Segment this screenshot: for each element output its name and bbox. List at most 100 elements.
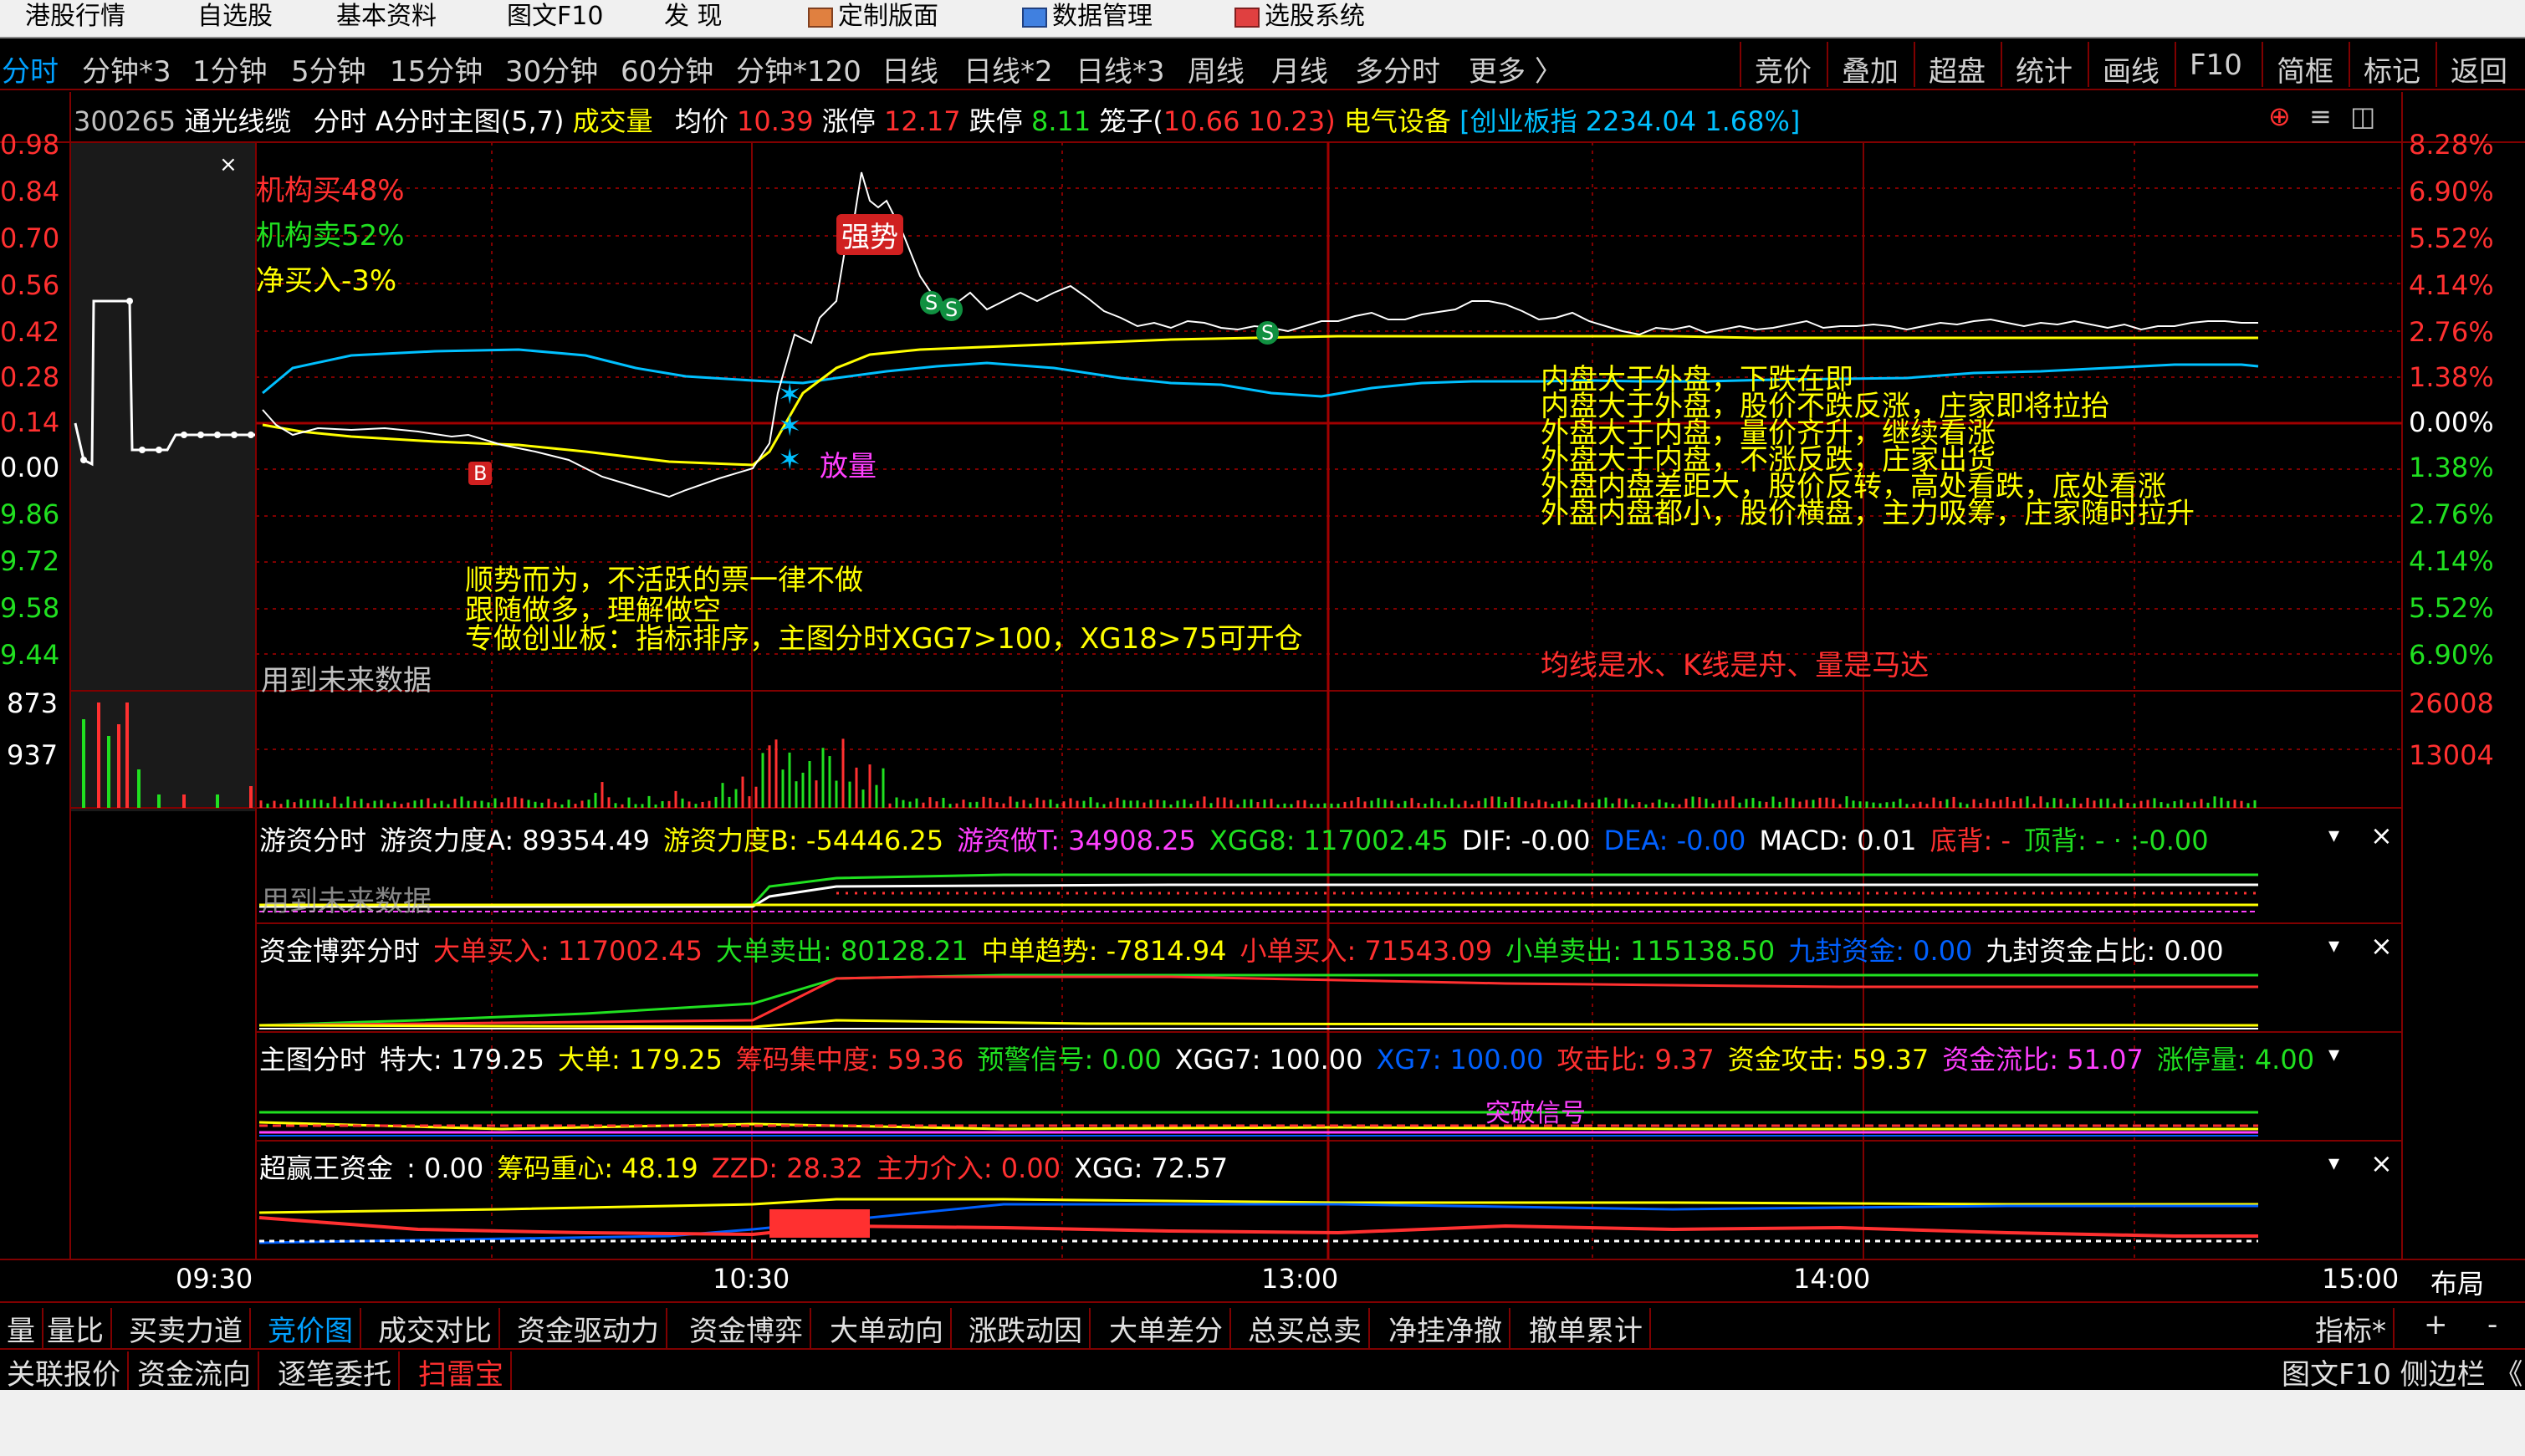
panel-metric: 涨停量: 4.00 <box>2156 1044 2315 1075</box>
bottom-function-tabs: 关联报价 资金流向 逐笔委托 扫雷宝 图文F10 侧边栏 《 <box>0 1348 2525 1392</box>
price-tick: 0.00 <box>0 452 60 483</box>
indicator-button[interactable]: 指标* <box>2308 1308 2395 1349</box>
panel-zijin-close-icon[interactable]: × <box>2370 930 2393 962</box>
sidebar-toggle[interactable]: 图文F10 侧边栏 《 <box>2275 1351 2525 1392</box>
panel-metric: XGG8: 117002.45 <box>1209 825 1449 856</box>
percent-tick: 1.38% <box>2409 361 2494 393</box>
price-tick: 9.86 <box>0 498 60 530</box>
stock-code: 300265 <box>74 105 176 137</box>
tab-minesweeper[interactable]: 扫雷宝 <box>411 1351 512 1392</box>
strong-signal-badge: 强势 <box>836 214 903 255</box>
vol-axis-right-bottom: 13004 <box>2409 739 2494 771</box>
cage-label: 笼子( <box>1099 105 1163 137</box>
tab-volume-ratio[interactable]: 量比 <box>40 1308 112 1349</box>
tab-trade-compare[interactable]: 成交对比 <box>371 1308 500 1349</box>
add-panel-button[interactable]: + <box>2417 1308 2455 1341</box>
panel-metric: 筹码重心: 48.19 <box>497 1152 698 1184</box>
avg-value: 10.39 <box>737 105 814 137</box>
percent-tick: 4.14% <box>2409 269 2494 301</box>
chart-header: 300265 通光线缆 分时 A分时主图(5,7) 成交量 均价 10.39 涨… <box>74 100 1800 139</box>
bottom-indicator-tabs: 量 量比 买卖力道 竞价图 成交对比 资金驱动力 资金博弈 大单动向 涨跌动因 … <box>0 1301 2525 1349</box>
cage-v2: 10.23) <box>1248 105 1336 137</box>
panel-metric: 底背: - <box>1930 825 2011 856</box>
panel-metric: 攻击比: 9.37 <box>1556 1044 1715 1075</box>
signal-6: 外盘内盘都小，股价横盘，主力吸筹，庄家随时拉升 <box>1541 497 2195 530</box>
tab-total-buy-sell[interactable]: 总买总卖 <box>1241 1308 1370 1349</box>
butterfly-icon: ✶ <box>778 378 802 411</box>
percent-tick: 6.90% <box>2409 176 2494 207</box>
sector[interactable]: 电气设备 <box>1344 105 1451 137</box>
price-tick: 0.56 <box>0 269 60 301</box>
panel-zhutu-title[interactable]: 主图分时 <box>259 1044 366 1075</box>
panel-metric: XG7: 100.00 <box>1376 1044 1544 1075</box>
tab-rise-fall-cause[interactable]: 涨跌动因 <box>962 1308 1091 1349</box>
breakout-signal: 突破信号 <box>1485 1099 1586 1128</box>
layout-button[interactable]: 布局 <box>2430 1263 2484 1301</box>
panel-zijin-title[interactable]: 资金博弈分时 <box>259 935 420 967</box>
panel-metric: 筹码集中度: 59.36 <box>735 1044 964 1075</box>
percent-tick: 5.52% <box>2409 592 2494 624</box>
panel-youzi-header: 游资分时 游资力度A: 89354.49 游资力度B: -54446.25 游资做T:… <box>259 820 2209 858</box>
panel-zijin-collapse-icon[interactable]: ▾ <box>2328 933 2339 958</box>
limit-up-label: 涨停 <box>821 105 876 137</box>
view-name: 分时 <box>313 105 367 137</box>
tab-capital-flow[interactable]: 资金流向 <box>130 1351 259 1392</box>
panel-zijin-header: 资金博弈分时 大单买入: 117002.45 大单卖出: 80128.21 中单趋势:… <box>259 930 2224 968</box>
price-tick: 0.84 <box>0 176 60 207</box>
time-0930: 09:30 <box>176 1263 253 1295</box>
remove-panel-button[interactable]: - <box>2481 1308 2504 1341</box>
time-1400: 14:00 <box>1793 1263 1871 1295</box>
sell-marker-icon: S <box>1256 321 1280 345</box>
percent-tick: 2.76% <box>2409 316 2494 348</box>
tab-order-by-order[interactable]: 逐笔委托 <box>271 1351 400 1392</box>
percent-tick: 6.90% <box>2409 639 2494 671</box>
tab-buy-sell-force[interactable]: 买卖力道 <box>122 1308 251 1349</box>
percent-tick: 2.76% <box>2409 498 2494 530</box>
fangliang-ann: 放量 <box>820 450 877 483</box>
tab-capital-game[interactable]: 资金博弈 <box>682 1308 811 1349</box>
panel-metric: 大单: 179.25 <box>557 1044 723 1075</box>
panel-zhutu-collapse-icon[interactable]: ▾ <box>2328 1042 2339 1067</box>
indicator-name[interactable]: A分时主图(5,7) <box>376 105 565 137</box>
future-data-note-2: 用到未来数据 <box>261 885 432 918</box>
header-icons: ⊕ ≡ ◫ <box>2268 100 2375 132</box>
price-tick: 0.28 <box>0 361 60 393</box>
panel-chaoying-close-icon[interactable]: × <box>2370 1147 2393 1179</box>
panel-metric: 游资力度B: -54446.25 <box>663 825 944 856</box>
tab-capital-drive[interactable]: 资金驱动力 <box>510 1308 667 1349</box>
status-footer <box>0 1390 2525 1456</box>
panel-metric: 预警信号: 0.00 <box>977 1044 1162 1075</box>
tab-big-order-diff[interactable]: 大单差分 <box>1102 1308 1231 1349</box>
window-icon[interactable]: ◫ <box>2350 100 2375 132</box>
panel-youzi-close-icon[interactable]: × <box>2370 820 2393 851</box>
panel-youzi-collapse-icon[interactable]: ▾ <box>2328 823 2339 848</box>
tab-big-order-trend[interactable]: 大单动向 <box>823 1308 952 1349</box>
panel-metric: 特大: 179.25 <box>380 1044 544 1075</box>
panel-metric: 九封资金: 0.00 <box>1788 935 1973 967</box>
tab-cancel-cumulative[interactable]: 撤单累计 <box>1522 1308 1651 1349</box>
limit-down-label: 跌停 <box>969 105 1023 137</box>
tab-auction-chart[interactable]: 竞价图 <box>261 1308 361 1349</box>
limit-down-value: 8.11 <box>1030 105 1091 137</box>
alert-icon[interactable]: ⊕ <box>2268 100 2291 132</box>
price-tick: 0.14 <box>0 406 60 438</box>
stock-name: 通光线缆 <box>184 105 292 137</box>
menu-icon[interactable]: ≡ <box>2309 100 2332 132</box>
left-panel-close-icon[interactable]: × <box>219 152 238 177</box>
percent-tick: 4.14% <box>2409 545 2494 577</box>
panel-metric: 大单买入: 117002.45 <box>433 935 703 967</box>
panel-metric: 游资力度A: 89354.49 <box>380 825 650 856</box>
tab-volume[interactable]: 量 <box>0 1308 43 1349</box>
price-tick: 0.98 <box>0 129 60 161</box>
tab-related-quotes[interactable]: 关联报价 <box>0 1351 129 1392</box>
index-info[interactable]: [创业板指 2234.04 1.68%] <box>1459 105 1800 137</box>
panel-youzi-title[interactable]: 游资分时 <box>259 825 366 856</box>
inst-sell-ann: 机构卖52% <box>256 219 405 253</box>
panel-metric: 主力介入: 0.00 <box>876 1152 1061 1184</box>
panel-chaoying-title[interactable]: 超赢王资金 <box>259 1152 393 1184</box>
tab-net-order-cancel[interactable]: 净挂净撤 <box>1382 1308 1510 1349</box>
panel-metric: DEA: -0.00 <box>1603 825 1746 856</box>
percent-tick: 1.38% <box>2409 452 2494 483</box>
cage-v1: 10.66 <box>1163 105 1240 137</box>
panel-chaoying-collapse-icon[interactable]: ▾ <box>2328 1151 2339 1176</box>
